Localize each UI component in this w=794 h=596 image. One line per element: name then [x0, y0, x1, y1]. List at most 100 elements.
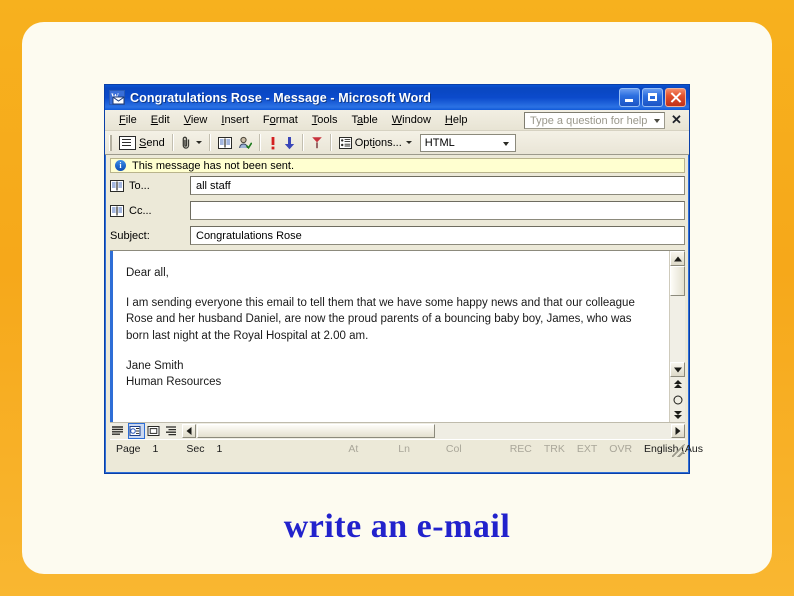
options-button[interactable]: Options... — [336, 133, 415, 153]
cc-row: Cc... — [110, 200, 685, 221]
word-mail-icon: W — [109, 90, 125, 105]
check-names-button[interactable] — [235, 133, 255, 153]
attach-file-button[interactable] — [178, 133, 205, 153]
cc-button[interactable]: Cc... — [110, 204, 190, 217]
options-icon — [338, 136, 352, 149]
browse-next-icon[interactable] — [670, 407, 685, 422]
chevron-down-icon[interactable] — [405, 141, 412, 144]
browse-previous-icon[interactable] — [670, 377, 685, 392]
normal-view-button[interactable] — [110, 423, 127, 439]
web-layout-view-button[interactable] — [128, 423, 145, 439]
address-book-button[interactable] — [215, 133, 235, 153]
scroll-down-arrow-icon[interactable] — [670, 362, 685, 377]
message-header-fields: To... all staff Cc... Subject: Congratul… — [105, 175, 689, 246]
word-message-window: W Congratulations Rose - Message - Micro… — [104, 84, 703, 474]
subject-label: Subject: — [110, 229, 150, 242]
body-paragraph: Human Resources — [126, 376, 222, 389]
print-layout-view-button[interactable] — [146, 423, 163, 439]
high-importance-button[interactable] — [265, 133, 281, 153]
down-arrow-icon — [284, 136, 295, 150]
vertical-scroll-thumb[interactable] — [670, 266, 685, 296]
resize-grip-icon[interactable] — [672, 445, 684, 457]
scroll-right-arrow-icon[interactable] — [671, 424, 685, 438]
status-at-label: At — [348, 442, 359, 455]
toolbar-separator — [208, 134, 211, 151]
close-button[interactable] — [665, 88, 686, 107]
menu-item-format[interactable]: Format — [256, 112, 305, 128]
chevron-down-icon[interactable] — [195, 141, 202, 144]
subject-row: Subject: Congratulations Rose — [110, 225, 685, 246]
cc-label: Cc... — [129, 204, 152, 217]
window-controls — [619, 88, 686, 107]
status-ext-indicator[interactable]: EXT — [571, 443, 603, 455]
mail-toolbar: Send Options... HTML — [105, 131, 689, 155]
slide-background: W Congratulations Rose - Message - Micro… — [0, 0, 794, 596]
send-envelope-icon — [119, 135, 136, 150]
menu-item-edit[interactable]: Edit — [144, 112, 177, 128]
to-input[interactable]: all staff — [190, 176, 685, 195]
window-titlebar[interactable]: W Congratulations Rose - Message - Micro… — [105, 85, 689, 110]
info-icon: i — [115, 160, 126, 171]
ask-a-question-input[interactable]: Type a question for help — [524, 112, 665, 129]
message-format-value: HTML — [424, 136, 455, 149]
ask-a-question-placeholder: Type a question for help — [530, 114, 648, 127]
minimize-button[interactable] — [619, 88, 640, 107]
status-page-label: Page — [116, 442, 141, 455]
subject-label-wrap: Subject: — [110, 230, 190, 242]
to-button[interactable]: To... — [110, 179, 190, 192]
follow-up-flag-button[interactable] — [308, 133, 326, 153]
status-bar: Page 1 Sec 1 At Ln Col REC TRK EXT OVR E… — [110, 439, 703, 457]
to-label: To... — [129, 179, 150, 192]
not-sent-infobar: i This message has not been sent. — [110, 158, 685, 173]
status-page-value: 1 — [152, 442, 159, 455]
message-format-select[interactable]: HTML — [419, 133, 516, 152]
cc-input[interactable] — [190, 201, 685, 220]
maximize-button[interactable] — [642, 88, 663, 107]
horizontal-scroll-thumb[interactable] — [197, 424, 435, 438]
menu-item-help[interactable]: Help — [438, 112, 475, 128]
chevron-down-icon[interactable] — [654, 119, 660, 123]
message-body-text[interactable]: Dear all, I am sending everyone this ema… — [113, 251, 669, 422]
subject-value: Congratulations Rose — [196, 229, 302, 242]
status-ln-label: Ln — [398, 442, 410, 455]
send-button[interactable]: Send — [116, 133, 168, 153]
menu-item-window[interactable]: Window — [385, 112, 438, 128]
address-book-icon — [110, 179, 124, 192]
scroll-up-arrow-icon[interactable] — [670, 251, 685, 266]
menu-item-tools[interactable]: Tools — [305, 112, 345, 128]
toolbar-separator — [329, 134, 332, 151]
status-sec-value: 1 — [216, 442, 223, 455]
menu-bar: File Edit View Insert Format Tools Table… — [105, 110, 689, 131]
check-names-icon — [238, 136, 253, 150]
slide-caption: write an e-mail — [283, 508, 511, 545]
flag-icon — [311, 136, 323, 149]
body-paragraph: Jane Smith — [126, 359, 184, 372]
paperclip-icon — [181, 136, 192, 150]
status-sec-label: Sec — [186, 442, 205, 455]
outline-view-button[interactable] — [164, 423, 181, 439]
menu-item-view[interactable]: View — [177, 112, 215, 128]
close-icon[interactable]: ✕ — [670, 113, 683, 126]
vertical-scroll-track[interactable] — [670, 296, 685, 362]
chevron-down-icon[interactable] — [502, 141, 509, 146]
menu-item-file[interactable]: File — [112, 112, 144, 128]
to-value: all staff — [196, 179, 231, 192]
status-trk-indicator[interactable]: TRK — [538, 443, 571, 455]
status-col-label: Col — [445, 442, 462, 455]
low-importance-button[interactable] — [281, 133, 298, 153]
toolbar-separator — [171, 134, 174, 151]
menu-item-insert[interactable]: Insert — [214, 112, 256, 128]
scroll-left-arrow-icon[interactable] — [182, 424, 196, 438]
toolbar-grip[interactable] — [109, 134, 112, 151]
status-rec-indicator[interactable]: REC — [468, 443, 538, 455]
status-ovr-indicator[interactable]: OVR — [603, 443, 638, 455]
message-body-area: Dear all, I am sending everyone this ema… — [110, 250, 685, 422]
menu-item-table[interactable]: Table — [344, 112, 384, 128]
select-browse-object-icon[interactable] — [670, 392, 685, 407]
vertical-scrollbar[interactable] — [669, 251, 685, 422]
toolbar-separator — [301, 134, 304, 151]
address-book-icon — [110, 204, 124, 217]
address-book-icon — [217, 136, 232, 149]
subject-input[interactable]: Congratulations Rose — [190, 226, 685, 245]
exclamation-icon — [268, 136, 278, 150]
